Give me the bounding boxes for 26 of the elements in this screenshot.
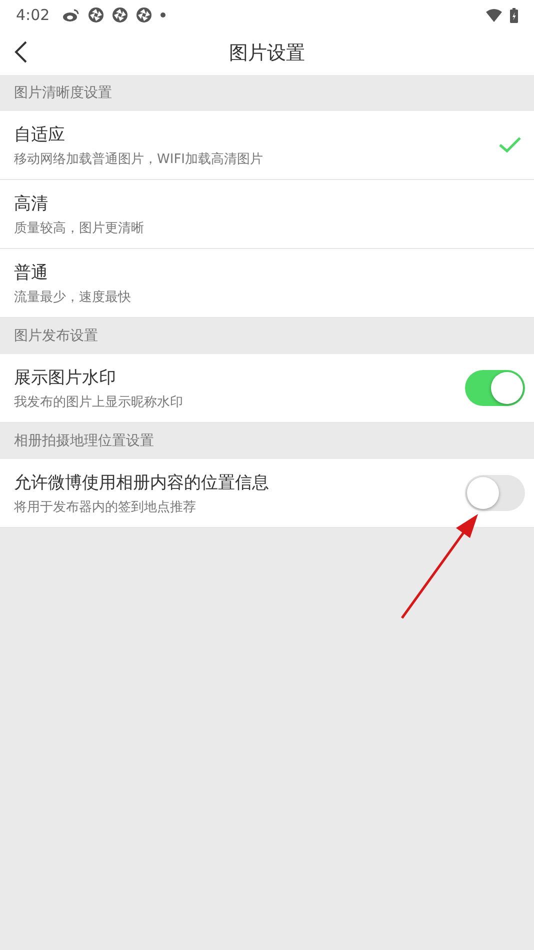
- settings-row[interactable]: 展示图片水印 我发布的图片上显示昵称水印: [0, 354, 534, 423]
- page-title: 图片设置: [229, 40, 305, 66]
- settings-row[interactable]: 高清 质量较高，图片更清晰: [0, 180, 534, 249]
- toggle-switch[interactable]: [465, 370, 525, 406]
- row-subtitle: 质量较高，图片更清晰: [14, 220, 145, 236]
- settings-row[interactable]: 允许微博使用相册内容的位置信息 将用于发布器内的签到地点推荐: [0, 459, 534, 528]
- app-notification-icon: [88, 7, 104, 23]
- toggle-switch[interactable]: [465, 475, 525, 511]
- row-subtitle: 移动网络加载普通图片，WIFI加载高清图片: [14, 150, 264, 168]
- row-subtitle: 将用于发布器内的签到地点推荐: [14, 498, 197, 516]
- settings-row[interactable]: 普通 流量最少，速度最快: [0, 249, 534, 318]
- row-subtitle: 我发布的图片上显示昵称水印: [14, 394, 184, 410]
- battery-icon: [510, 8, 518, 22]
- wifi-icon: [486, 8, 502, 22]
- row-subtitle: 流量最少，速度最快: [14, 288, 132, 306]
- row-title: 高清: [14, 192, 49, 214]
- settings-row[interactable]: 自适应 移动网络加载普通图片，WIFI加载高清图片: [0, 111, 534, 180]
- back-icon[interactable]: [14, 40, 28, 64]
- row-title: 普通: [14, 262, 49, 284]
- app-notification-icon: [112, 7, 128, 23]
- status-time: 4:02: [16, 6, 50, 24]
- row-title: 展示图片水印: [14, 366, 117, 388]
- app-notification-icon: [136, 7, 152, 23]
- row-title: 允许微博使用相册内容的位置信息: [14, 472, 270, 494]
- row-title: 自适应: [14, 124, 66, 146]
- notification-dot-icon: [160, 12, 166, 18]
